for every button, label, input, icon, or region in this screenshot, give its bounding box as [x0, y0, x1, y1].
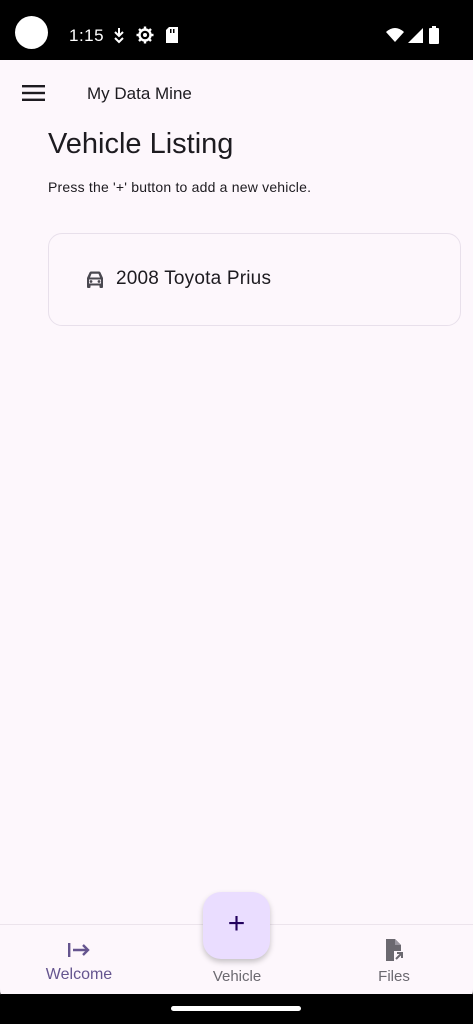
nav-label-files: Files	[378, 968, 410, 985]
nav-label-welcome: Welcome	[45, 966, 113, 983]
add-vehicle-button[interactable]: +	[203, 892, 270, 959]
app-screen: My Data Mine Vehicle Listing Press the '…	[0, 60, 473, 995]
add-icon: +	[227, 907, 246, 940]
settings-gear-icon	[136, 26, 154, 44]
wifi-icon	[386, 28, 404, 42]
nav-item-welcome[interactable]: Welcome	[0, 925, 158, 995]
phone-frame: 1:15 My Data Mine Vehicle Listing Press …	[0, 0, 473, 1024]
home-indicator[interactable]	[171, 1006, 301, 1011]
camera-cutout	[15, 16, 48, 49]
login-arrow-icon	[68, 943, 90, 957]
page-title: Vehicle Listing	[48, 128, 234, 160]
app-bar: My Data Mine	[0, 60, 473, 126]
system-navigation-bar	[0, 994, 473, 1024]
car-icon	[87, 271, 103, 288]
vehicle-name: 2008 Toyota Prius	[116, 268, 272, 289]
vehicle-card[interactable]: 2008 Toyota Prius	[48, 233, 461, 326]
battery-icon	[429, 26, 439, 44]
sd-card-icon	[166, 27, 178, 43]
status-clock: 1:15	[69, 26, 105, 45]
navigation-icon	[114, 28, 124, 44]
page-subtitle: Press the '+' button to add a new vehicl…	[48, 179, 312, 195]
hamburger-menu-icon[interactable]	[18, 79, 50, 107]
cell-signal-icon	[408, 28, 423, 43]
file-open-icon	[386, 939, 405, 962]
nav-item-files[interactable]: Files	[315, 925, 473, 995]
app-title: My Data Mine	[87, 84, 192, 103]
nav-label-vehicle: Vehicle	[212, 968, 262, 985]
status-bar: 1:15	[0, 0, 473, 60]
